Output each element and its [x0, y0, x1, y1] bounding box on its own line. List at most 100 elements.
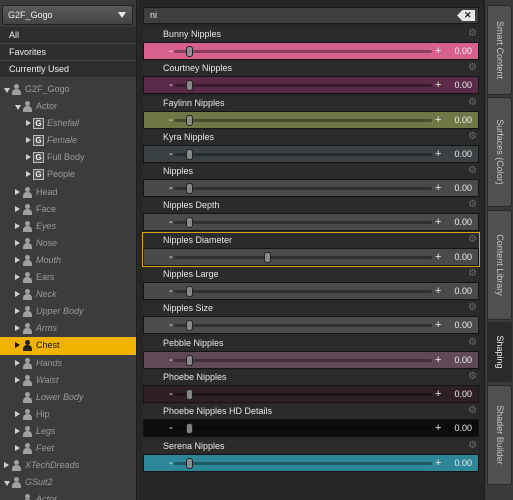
- gear-icon[interactable]: ⚙: [468, 28, 477, 39]
- figure-selector[interactable]: G2F_Gogo: [2, 5, 133, 25]
- collapse-arrow-icon[interactable]: [15, 105, 21, 111]
- slider-track[interactable]: [174, 354, 432, 366]
- increment-icon[interactable]: +: [435, 45, 441, 57]
- slider-knob[interactable]: [186, 354, 194, 366]
- expand-arrow-icon[interactable]: [26, 154, 31, 161]
- slider-track[interactable]: [174, 46, 432, 57]
- slider-knob[interactable]: [263, 251, 271, 263]
- increment-icon[interactable]: +: [435, 319, 441, 331]
- tree-node[interactable]: G Eshefail: [0, 115, 136, 132]
- slider-knob[interactable]: [186, 148, 194, 160]
- slider-value[interactable]: 0.00: [454, 183, 472, 193]
- tree-node[interactable]: Neck: [0, 286, 136, 303]
- expand-arrow-icon[interactable]: [26, 137, 31, 144]
- slider-knob[interactable]: [186, 114, 194, 126]
- slider-track[interactable]: [174, 388, 432, 400]
- slider-knob[interactable]: [186, 183, 194, 195]
- expand-arrow-icon[interactable]: [15, 325, 20, 332]
- slider-bar[interactable]: - +0.00: [143, 76, 479, 95]
- slider-bar[interactable]: - +0.00: [143, 179, 479, 198]
- tree-node[interactable]: Legs: [0, 423, 136, 440]
- slider-bar[interactable]: - +0.00: [143, 42, 479, 60]
- slider-bar[interactable]: - +0.00: [143, 419, 479, 438]
- expand-arrow-icon[interactable]: [15, 342, 20, 349]
- tree-node[interactable]: Nose: [0, 235, 136, 252]
- slider-value[interactable]: 0.00: [454, 46, 472, 56]
- tree-node[interactable]: Lower Body: [0, 389, 136, 406]
- filter-item[interactable]: All: [0, 27, 136, 44]
- slider-track[interactable]: [174, 457, 432, 469]
- slider-bar[interactable]: - +0.00: [143, 384, 479, 403]
- tree-node[interactable]: G Full Body: [0, 149, 136, 166]
- slider-track[interactable]: [174, 183, 432, 195]
- filter-item[interactable]: Favorites: [0, 44, 136, 61]
- gear-icon[interactable]: ⚙: [468, 371, 477, 382]
- collapse-arrow-icon[interactable]: [4, 481, 10, 487]
- decrement-icon[interactable]: -: [169, 388, 173, 400]
- decrement-icon[interactable]: -: [169, 251, 173, 263]
- slider-value[interactable]: 0.00: [454, 217, 472, 227]
- tree-node[interactable]: Head: [0, 184, 136, 201]
- tree-node[interactable]: Eyes: [0, 218, 136, 235]
- tree-node[interactable]: Hands: [0, 355, 136, 372]
- slider-knob[interactable]: [186, 423, 194, 435]
- slider-track[interactable]: [174, 320, 432, 332]
- tree-node[interactable]: XTechDreads: [0, 457, 136, 474]
- gear-icon[interactable]: ⚙: [468, 405, 477, 416]
- slider-value[interactable]: 0.00: [454, 115, 472, 125]
- gear-icon[interactable]: ⚙: [468, 62, 477, 73]
- tree-node[interactable]: Mouth: [0, 252, 136, 269]
- expand-arrow-icon[interactable]: [15, 359, 20, 366]
- gear-icon[interactable]: ⚙: [468, 165, 477, 176]
- increment-icon[interactable]: +: [435, 251, 441, 263]
- slider-bar[interactable]: - +0.00: [143, 282, 479, 301]
- slider-value[interactable]: 0.00: [454, 320, 472, 330]
- decrement-icon[interactable]: -: [169, 79, 173, 91]
- tab-shader-builder[interactable]: Shader Builder: [487, 385, 512, 485]
- tree-node[interactable]: Waist: [0, 372, 136, 389]
- tab-content-library[interactable]: Content Library: [487, 210, 512, 320]
- expand-arrow-icon[interactable]: [15, 308, 20, 315]
- tree-node[interactable]: Feet: [0, 440, 136, 457]
- slider-knob[interactable]: [186, 388, 194, 400]
- slider-value[interactable]: 0.00: [454, 458, 472, 468]
- decrement-icon[interactable]: -: [169, 457, 173, 469]
- slider-value[interactable]: 0.00: [454, 355, 472, 365]
- tree-node[interactable]: Upper Body: [0, 303, 136, 320]
- expand-arrow-icon[interactable]: [15, 376, 20, 383]
- decrement-icon[interactable]: -: [169, 148, 173, 160]
- filter-item[interactable]: Currently Used: [0, 61, 136, 78]
- expand-arrow-icon[interactable]: [15, 274, 20, 281]
- increment-icon[interactable]: +: [435, 216, 441, 228]
- slider-knob[interactable]: [186, 217, 194, 229]
- slider-value[interactable]: 0.00: [454, 389, 472, 399]
- expand-arrow-icon[interactable]: [4, 462, 9, 469]
- slider-knob[interactable]: [186, 286, 194, 298]
- increment-icon[interactable]: +: [435, 79, 441, 91]
- tree-node[interactable]: Actor: [0, 491, 136, 500]
- decrement-icon[interactable]: -: [169, 354, 173, 366]
- slider-bar[interactable]: - +0.00: [143, 247, 479, 266]
- decrement-icon[interactable]: -: [169, 182, 173, 194]
- gear-icon[interactable]: ⚙: [468, 302, 477, 313]
- expand-arrow-icon[interactable]: [15, 410, 20, 417]
- expand-arrow-icon[interactable]: [15, 205, 20, 212]
- tree-node[interactable]: Actor: [0, 98, 136, 115]
- slider-value[interactable]: 0.00: [454, 149, 472, 159]
- slider-knob[interactable]: [186, 457, 194, 469]
- tab-smart-content[interactable]: Smart Content: [487, 5, 512, 95]
- slider-track[interactable]: [174, 423, 432, 435]
- expand-arrow-icon[interactable]: [15, 222, 20, 229]
- increment-icon[interactable]: +: [435, 388, 441, 400]
- decrement-icon[interactable]: -: [169, 422, 173, 434]
- expand-arrow-icon[interactable]: [15, 291, 20, 298]
- increment-icon[interactable]: +: [435, 422, 441, 434]
- gear-icon[interactable]: ⚙: [468, 199, 477, 210]
- slider-bar[interactable]: - +0.00: [143, 144, 479, 163]
- slider-track[interactable]: [174, 114, 432, 126]
- gear-icon[interactable]: ⚙: [468, 268, 477, 279]
- increment-icon[interactable]: +: [435, 354, 441, 366]
- slider-knob[interactable]: [186, 46, 194, 57]
- slider-bar[interactable]: - +0.00: [143, 213, 479, 232]
- tree-node[interactable]: Ears: [0, 269, 136, 286]
